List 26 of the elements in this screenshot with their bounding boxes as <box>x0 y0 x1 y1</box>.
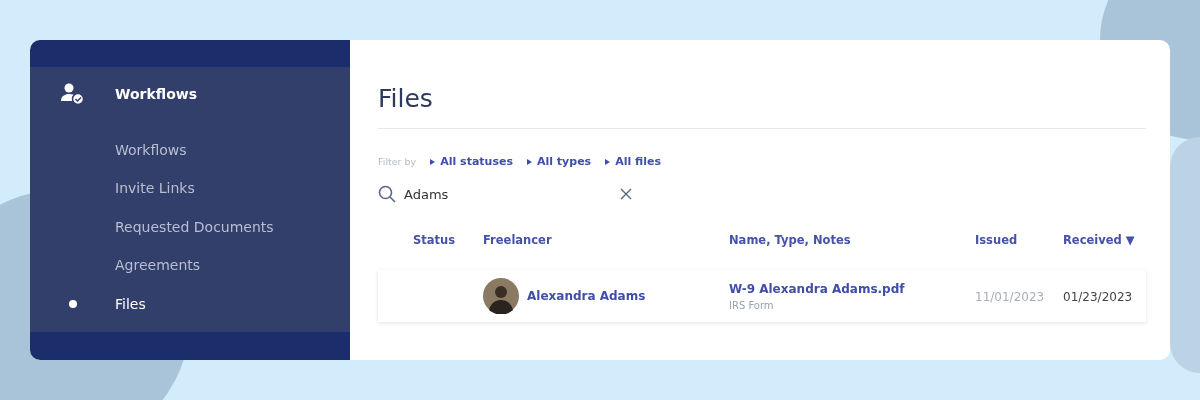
filter-label: Filter by <box>378 155 417 170</box>
sidebar-item[interactable]: Agreements <box>115 255 201 277</box>
sidebar-item[interactable]: Workflows <box>115 139 187 161</box>
sidebar-item[interactable]: Files <box>115 293 146 315</box>
column-header[interactable]: Received ▼ <box>1063 233 1135 247</box>
column-header[interactable]: Status <box>413 233 456 247</box>
sidebar-item[interactable]: Invite Links <box>115 178 195 200</box>
received-date: 01/23/2023 <box>1063 290 1133 304</box>
close-icon[interactable] <box>620 188 632 201</box>
file-link[interactable]: W-9 Alexandra Adams.pdf <box>729 279 975 298</box>
sidebar-item[interactable]: Requested Documents <box>115 216 274 238</box>
file-type: IRS Form <box>729 298 775 313</box>
filter-dropdown[interactable]: All types <box>526 154 592 171</box>
filter-dropdown[interactable]: All files <box>605 154 661 171</box>
column-header[interactable]: Issued <box>975 233 1018 247</box>
freelancer-link[interactable]: Alexandra Adams <box>527 287 646 305</box>
user-check-icon <box>60 83 85 105</box>
section-title: Workflows <box>115 84 198 104</box>
page-title: Files <box>378 84 1146 129</box>
table-row[interactable]: Alexandra Adams W-9 Alexandra Adams.pdf IRS Form 11/01/2023 01/23/2023 <box>378 270 1146 322</box>
search-icon <box>378 185 396 204</box>
column-header[interactable]: Name, Type, Notes <box>729 233 851 247</box>
avatar <box>483 278 519 314</box>
column-header[interactable]: Freelancer <box>483 233 552 247</box>
issued-date: 11/01/2023 <box>975 290 1045 304</box>
filter-dropdown[interactable]: All statuses <box>430 154 513 171</box>
